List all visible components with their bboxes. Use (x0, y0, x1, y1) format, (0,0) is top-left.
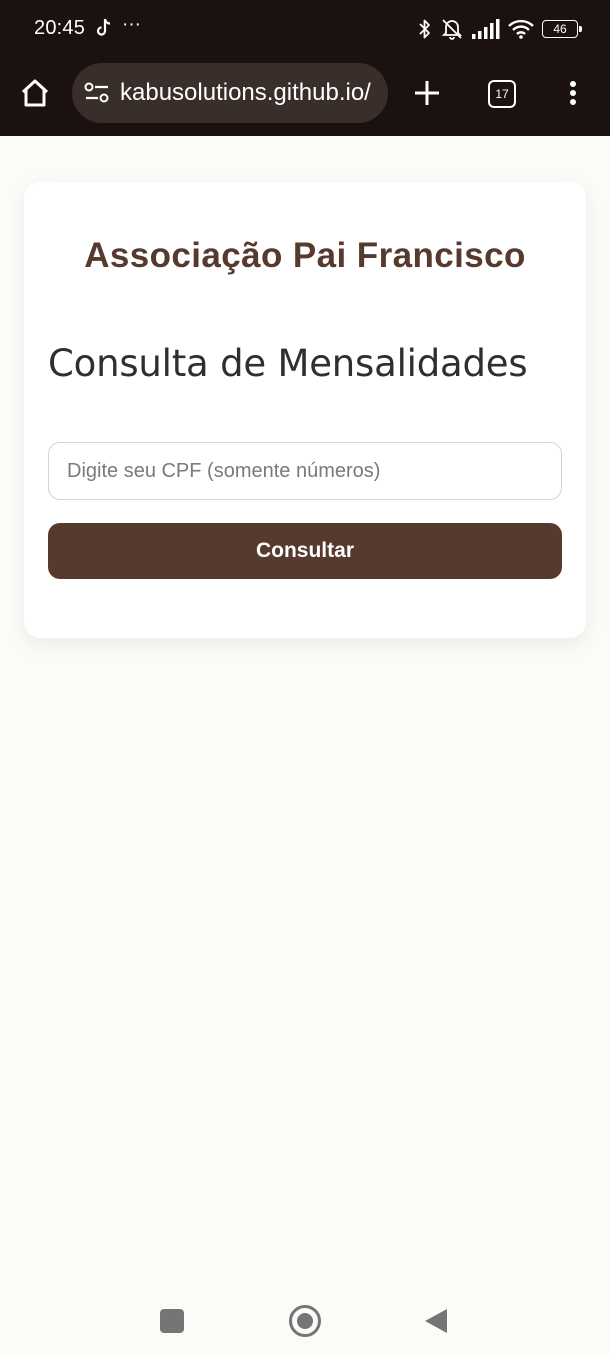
home-circle-icon[interactable] (289, 1305, 321, 1337)
more-vert-icon[interactable] (560, 78, 586, 108)
tabs-icon[interactable]: 17 (488, 80, 516, 108)
url-text[interactable]: kabusolutions.github.io/ (120, 79, 382, 107)
consultar-button[interactable]: Consultar (48, 523, 562, 579)
home-button[interactable] (18, 76, 52, 110)
address-bar[interactable]: kabusolutions.github.io/ (72, 63, 388, 123)
signal-icon (472, 19, 500, 39)
wifi-icon (508, 19, 534, 39)
notifications-muted-icon (441, 19, 463, 40)
status-icons: 46 (418, 18, 582, 40)
bluetooth-icon (419, 19, 430, 39)
battery-level: 46 (553, 22, 567, 36)
system-nav-bar (0, 1276, 610, 1356)
page-title: Consulta de Mensalidades (48, 342, 528, 385)
tab-count: 17 (495, 87, 509, 101)
cpf-input[interactable] (48, 442, 562, 500)
recents-square-icon[interactable] (160, 1309, 184, 1333)
overflow-dots: ··· (122, 14, 141, 35)
site-settings-icon[interactable] (84, 81, 110, 105)
back-triangle-icon[interactable] (425, 1309, 447, 1333)
browser-chrome: 20:45 ··· 46 kabusolutions.github.io/ 17 (0, 0, 610, 136)
browser-toolbar: kabusolutions.github.io/ 17 (0, 62, 610, 124)
status-time: 20:45 (34, 17, 86, 39)
page-content: Associação Pai Francisco Consulta de Men… (0, 136, 610, 1276)
consult-card: Associação Pai Francisco Consulta de Men… (24, 182, 586, 638)
new-tab-button[interactable] (410, 76, 444, 110)
home-icon (21, 79, 49, 107)
tiktok-icon (96, 18, 111, 36)
battery-icon: 46 (542, 20, 582, 38)
status-bar: 20:45 ··· 46 (0, 0, 610, 58)
plus-icon (415, 81, 439, 105)
org-title: Associação Pai Francisco (84, 236, 526, 275)
